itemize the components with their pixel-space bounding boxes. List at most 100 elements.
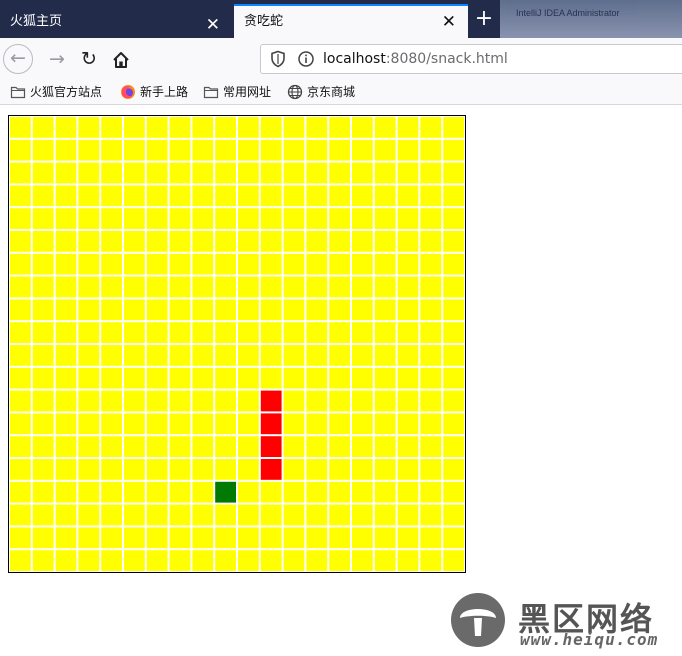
- grid-cell: [283, 481, 305, 503]
- address-bar[interactable]: localhost:8080/snack.html: [260, 44, 682, 74]
- close-tab-icon[interactable]: ✕: [442, 6, 456, 38]
- grid-cell: [10, 139, 31, 161]
- snake-segment: [260, 436, 282, 457]
- url-text[interactable]: localhost:8080/snack.html: [323, 45, 508, 73]
- snake-game-board[interactable]: [8, 115, 466, 573]
- grid-cell: [306, 527, 328, 549]
- reload-button[interactable]: ↻: [74, 44, 104, 74]
- grid-cell: [283, 322, 305, 343]
- grid-cell: [329, 117, 350, 138]
- bookmark-firefox-official[interactable]: 火狐官方站点: [10, 83, 102, 101]
- grid-cell: [78, 550, 100, 571]
- reload-icon: ↻: [81, 48, 97, 70]
- grid-cell: [10, 345, 31, 366]
- home-button[interactable]: [106, 44, 136, 74]
- grid-cell: [238, 390, 259, 412]
- grid-cell: [420, 413, 442, 435]
- grid-cell: [169, 459, 191, 480]
- grid-cell: [192, 185, 214, 207]
- tab-snake[interactable]: 贪吃蛇 ✕: [234, 4, 468, 38]
- grid-cell: [55, 231, 77, 252]
- grid-cell: [260, 504, 282, 526]
- grid-cell: [32, 527, 54, 549]
- grid-cell: [260, 162, 282, 184]
- new-tab-button[interactable]: +: [470, 6, 498, 32]
- grid-cell: [283, 231, 305, 252]
- grid-cell: [101, 185, 122, 207]
- grid-cell: [352, 139, 373, 161]
- grid-cell: [374, 139, 396, 161]
- site-info-icon[interactable]: [297, 50, 315, 68]
- grid-cell: [192, 117, 214, 138]
- grid-cell: [306, 208, 328, 229]
- grid-cell: [397, 253, 419, 275]
- grid-cell: [169, 162, 191, 184]
- grid-cell: [306, 117, 328, 138]
- grid-cell: [260, 299, 282, 321]
- grid-cell: [329, 231, 350, 252]
- grid-cell: [443, 231, 464, 252]
- grid-cell: [329, 276, 350, 298]
- grid-cell: [32, 117, 54, 138]
- grid-cell: [420, 208, 442, 229]
- grid-cell: [352, 481, 373, 503]
- grid-cell: [146, 185, 168, 207]
- grid-cell: [443, 276, 464, 298]
- grid-cell: [374, 459, 396, 480]
- grid-cell: [124, 550, 145, 571]
- bookmark-getting-started[interactable]: 新手上路: [120, 83, 188, 101]
- grid-cell: [215, 413, 236, 435]
- mushroom-logo: [451, 593, 505, 647]
- grid-cell: [283, 413, 305, 435]
- grid-cell: [32, 481, 54, 503]
- grid-cell: [443, 345, 464, 366]
- grid-cell: [146, 345, 168, 366]
- grid-cell: [192, 231, 214, 252]
- tab-firefox-home[interactable]: 火狐主页 ✕: [0, 0, 232, 38]
- grid-cell: [146, 208, 168, 229]
- grid-cell: [169, 231, 191, 252]
- grid-cell: [124, 390, 145, 412]
- grid-cell: [283, 208, 305, 229]
- grid-cell: [10, 527, 31, 549]
- grid-cell: [397, 481, 419, 503]
- grid-cell: [32, 162, 54, 184]
- grid-cell: [420, 185, 442, 207]
- grid-cell: [192, 413, 214, 435]
- grid-cell: [192, 367, 214, 389]
- grid-cell: [169, 413, 191, 435]
- grid-cell: [374, 322, 396, 343]
- forward-button[interactable]: →: [42, 44, 72, 74]
- grid-cell: [238, 436, 259, 457]
- bookmark-jd-mall[interactable]: 京东商城: [287, 83, 355, 101]
- tab-title: 火狐主页: [10, 14, 63, 29]
- grid-cell: [78, 390, 100, 412]
- grid-cell: [352, 504, 373, 526]
- grid-cell: [146, 253, 168, 275]
- navigation-bar: ← → ↻ localhost:8080/snack.html: [0, 38, 682, 80]
- back-button[interactable]: ←: [3, 44, 33, 74]
- grid-cell: [215, 185, 236, 207]
- bookmark-label: 常用网址: [223, 85, 272, 99]
- grid-cell: [215, 299, 236, 321]
- grid-cell: [101, 117, 122, 138]
- grid-cell: [329, 185, 350, 207]
- tracking-shield-icon[interactable]: [269, 50, 287, 68]
- grid-cell: [32, 345, 54, 366]
- grid-cell: [238, 413, 259, 435]
- grid-cell: [374, 117, 396, 138]
- grid-cell: [192, 253, 214, 275]
- grid-cell: [101, 436, 122, 457]
- snake-segment: [260, 459, 282, 480]
- grid-cell: [101, 162, 122, 184]
- grid-cell: [215, 208, 236, 229]
- grid-cell: [32, 459, 54, 480]
- grid-cell: [192, 276, 214, 298]
- grid-cell: [238, 117, 259, 138]
- grid-cell: [374, 436, 396, 457]
- bookmark-common-sites[interactable]: 常用网址: [203, 83, 271, 101]
- grid-cell: [443, 162, 464, 184]
- grid-cell: [32, 139, 54, 161]
- grid-cell: [443, 527, 464, 549]
- grid-cell: [55, 436, 77, 457]
